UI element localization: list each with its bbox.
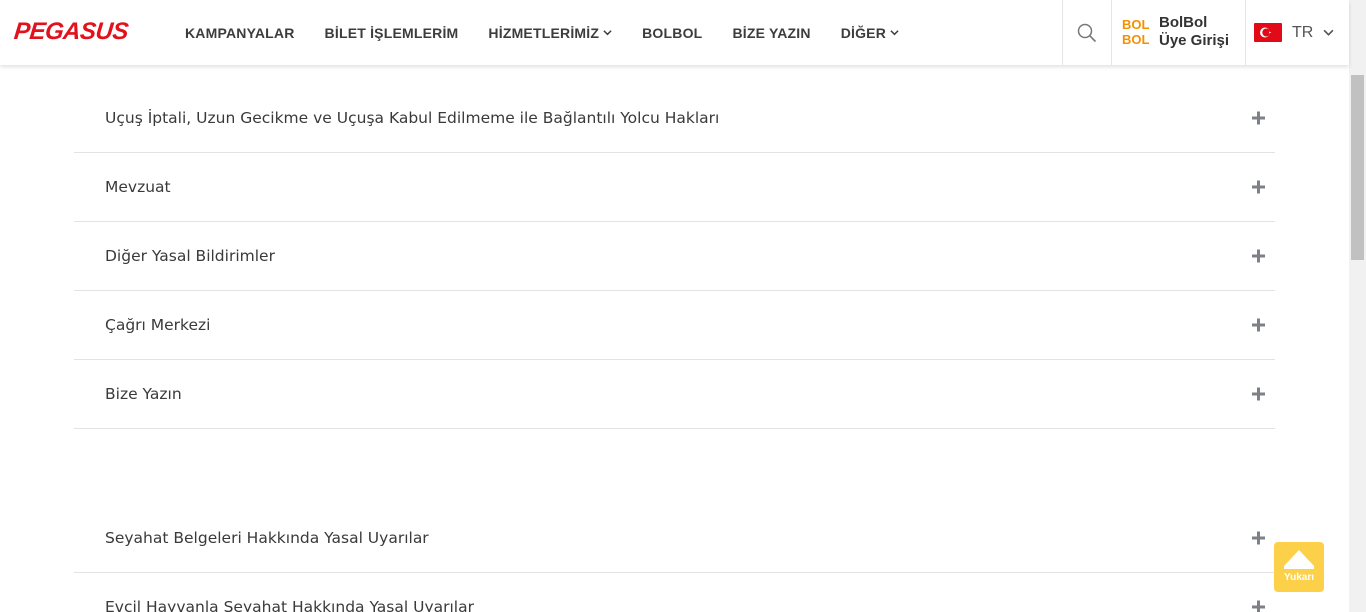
bolbol-login-label: BolBol Üye Girişi [1159, 14, 1230, 49]
accordion-item-label: Çağrı Merkezi [105, 316, 211, 334]
accordion-item-label: Diğer Yasal Bildirimler [105, 247, 275, 265]
accordion-item-mevzuat[interactable]: Mevzuat [74, 153, 1275, 222]
nav-bilet-islemlerim[interactable]: BİLET İŞLEMLERİM [325, 25, 459, 41]
plus-icon[interactable] [1252, 111, 1265, 125]
accordion-item-label: Uçuş İptali, Uzun Gecikme ve Uçuşa Kabul… [105, 109, 720, 127]
chevron-down-icon [603, 30, 612, 36]
search-button[interactable] [1063, 0, 1111, 65]
plus-icon[interactable] [1252, 531, 1265, 545]
plus-icon[interactable] [1252, 600, 1265, 612]
turkey-flag-icon [1254, 23, 1282, 42]
site-header: PEGASUS KAMPANYALAR BİLET İŞLEMLERİM HİZ… [0, 0, 1349, 65]
accordion-item-cagri-merkezi[interactable]: Çağrı Merkezi [74, 291, 1275, 360]
plus-icon[interactable] [1252, 180, 1265, 194]
nav-hizmetlerimiz[interactable]: HİZMETLERİMİZ [488, 25, 612, 41]
bolbol-login-button[interactable]: BOL BOL BolBol Üye Girişi [1112, 0, 1245, 65]
chevron-down-icon [1323, 29, 1334, 36]
plus-icon[interactable] [1252, 318, 1265, 332]
plus-icon[interactable] [1252, 249, 1265, 263]
accordion-item-yolcu-haklari[interactable]: Uçuş İptali, Uzun Gecikme ve Uçuşa Kabul… [74, 84, 1275, 153]
accordion-item-diger-yasal-bildirimler[interactable]: Diğer Yasal Bildirimler [74, 222, 1275, 291]
back-to-top-label: Yukarı [1283, 572, 1315, 583]
accordion-item-seyahat-belgeleri[interactable]: Seyahat Belgeleri Hakkında Yasal Uyarıla… [74, 504, 1275, 573]
language-selector[interactable]: TR [1246, 0, 1349, 65]
accordion-item-label: Mevzuat [105, 178, 171, 196]
search-icon [1077, 23, 1097, 42]
back-to-top-button[interactable]: Yukarı [1274, 542, 1324, 592]
bolbol-logo: BOL BOL [1122, 17, 1150, 47]
nav-diger[interactable]: DİĞER [841, 25, 899, 41]
language-code: TR [1292, 23, 1314, 41]
main-nav: KAMPANYALAR BİLET İŞLEMLERİM HİZMETLERİM… [185, 0, 929, 65]
nav-kampanyalar[interactable]: KAMPANYALAR [185, 25, 295, 41]
accordion-item-label: Seyahat Belgeleri Hakkında Yasal Uyarıla… [105, 529, 429, 547]
chevron-down-icon [890, 30, 899, 36]
accordion-item-label: Evcil Hayvanla Seyahat Hakkında Yasal Uy… [105, 598, 474, 612]
nav-bolbol[interactable]: BOLBOL [642, 25, 702, 41]
accordion-item-bize-yazin[interactable]: Bize Yazın [74, 360, 1275, 429]
legal-accordion: Uçuş İptali, Uzun Gecikme ve Uçuşa Kabul… [74, 84, 1275, 429]
arrow-up-icon [1284, 550, 1314, 566]
accordion-item-label: Bize Yazın [105, 385, 182, 403]
pegasus-logo[interactable]: PEGASUS [12, 18, 130, 48]
scrollbar-thumb[interactable] [1351, 75, 1364, 260]
plus-icon[interactable] [1252, 387, 1265, 401]
legal-warnings-accordion: Seyahat Belgeleri Hakkında Yasal Uyarıla… [74, 504, 1275, 612]
nav-bize-yazin[interactable]: BİZE YAZIN [732, 25, 810, 41]
accordion-item-evcil-hayvan[interactable]: Evcil Hayvanla Seyahat Hakkında Yasal Uy… [74, 573, 1275, 612]
page-scrollbar[interactable] [1349, 0, 1366, 612]
